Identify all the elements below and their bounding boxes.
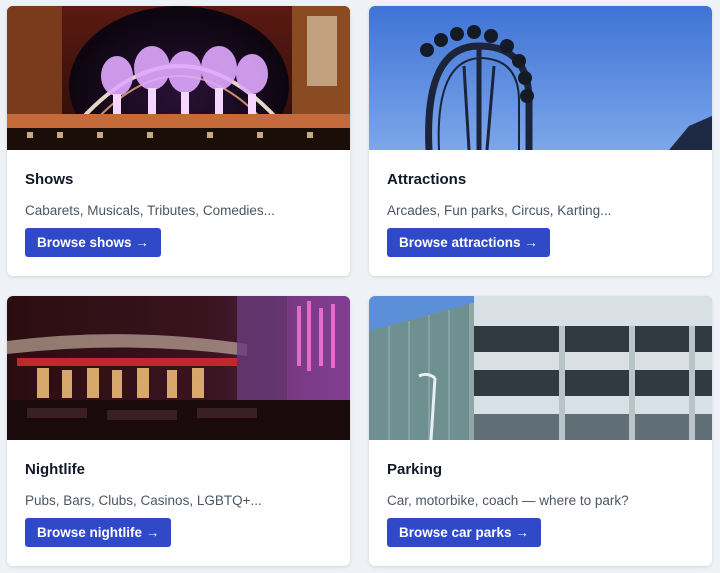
browse-car-parks-button[interactable]: Browse car parks → bbox=[387, 518, 541, 547]
browse-shows-button[interactable]: Browse shows → bbox=[25, 228, 161, 257]
card-title: Parking bbox=[387, 461, 443, 478]
card-title: Attractions bbox=[387, 171, 467, 188]
card-description: Arcades, Fun parks, Circus, Karting... bbox=[387, 203, 612, 218]
card-description: Pubs, Bars, Clubs, Casinos, LGBTQ+... bbox=[25, 493, 262, 508]
browse-nightlife-button[interactable]: Browse nightlife → bbox=[25, 518, 172, 547]
category-card-attractions: Attractions Arcades, Fun parks, Circus, … bbox=[369, 6, 712, 276]
card-title: Shows bbox=[25, 171, 74, 188]
card-title: Nightlife bbox=[25, 461, 85, 478]
shows-stage-image bbox=[7, 6, 350, 150]
card-description: Car, motorbike, coach — where to park? bbox=[387, 493, 629, 508]
nightlife-bar-image bbox=[7, 296, 350, 440]
card-description: Cabarets, Musicals, Tributes, Comedies..… bbox=[25, 203, 275, 218]
category-card-shows: Shows Cabarets, Musicals, Tributes, Come… bbox=[7, 6, 350, 276]
parking-carpark-image bbox=[369, 296, 712, 440]
browse-attractions-button[interactable]: Browse attractions → bbox=[387, 228, 550, 257]
category-card-parking: Parking Car, motorbike, coach — where to… bbox=[369, 296, 712, 566]
attractions-rollercoaster-image bbox=[369, 6, 712, 150]
category-card-nightlife: Nightlife Pubs, Bars, Clubs, Casinos, LG… bbox=[7, 296, 350, 566]
